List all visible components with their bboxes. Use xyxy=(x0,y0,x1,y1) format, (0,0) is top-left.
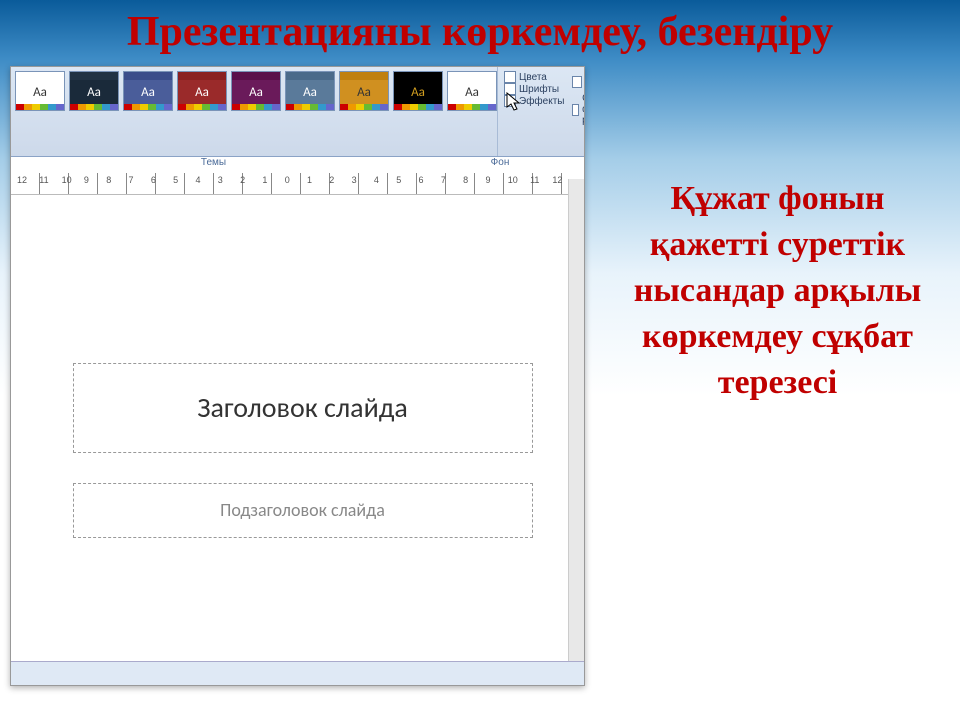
theme-thumbnail[interactable]: Aa xyxy=(69,71,119,111)
theme-thumbnail[interactable]: Aa xyxy=(285,71,335,111)
theme-thumbnail[interactable]: Aa xyxy=(231,71,281,111)
ribbon-group-labels: Темы Фон xyxy=(11,157,584,173)
slide-subtitle-placeholder[interactable]: Подзаголовок слайда xyxy=(73,483,533,538)
palette-icon xyxy=(504,71,516,83)
theme-thumbnail[interactable]: Aa xyxy=(393,71,443,111)
theme-thumbnail[interactable]: Aa xyxy=(15,71,65,111)
ribbon: AaAaAaAaAaAaAaAaAa Цвета Шрифты Эффекты … xyxy=(11,67,584,157)
page-title: Презентацияны көркемдеу, безендіру xyxy=(0,0,960,56)
theme-thumbnail[interactable]: Aa xyxy=(339,71,389,111)
hide-background-checkbox[interactable]: Скрыть фоновые рису xyxy=(572,93,585,126)
theme-thumbnail[interactable]: Aa xyxy=(123,71,173,111)
theme-gallery: AaAaAaAaAaAaAaAaAa xyxy=(11,67,497,156)
content-area: AaAaAaAaAaAaAaAaAa Цвета Шрифты Эффекты … xyxy=(0,56,960,686)
vertical-scrollbar[interactable] xyxy=(568,179,584,661)
theme-thumbnail[interactable]: Aa xyxy=(447,71,497,111)
powerpoint-screenshot: AaAaAaAaAaAaAaAaAa Цвета Шрифты Эффекты … xyxy=(10,66,585,686)
status-bar xyxy=(11,661,584,685)
colors-dropdown[interactable]: Цвета xyxy=(504,71,564,83)
description-text: Құжат фонын қажетті суреттік нысандар ар… xyxy=(615,66,940,686)
themes-group-label: Темы xyxy=(11,157,416,173)
slide-canvas: Заголовок слайда Подзаголовок слайда xyxy=(11,195,584,685)
theme-thumbnail[interactable]: Aa xyxy=(177,71,227,111)
cursor-pointer-icon xyxy=(506,92,522,112)
slide-title-placeholder[interactable]: Заголовок слайда xyxy=(73,363,533,453)
background-icon xyxy=(572,76,582,88)
checkbox-icon xyxy=(572,104,579,116)
background-styles-button[interactable]: Стили фона xyxy=(572,71,585,93)
background-group-label: Фон xyxy=(416,157,584,173)
horizontal-ruler: 1211109876543210123456789101112 xyxy=(11,173,584,195)
